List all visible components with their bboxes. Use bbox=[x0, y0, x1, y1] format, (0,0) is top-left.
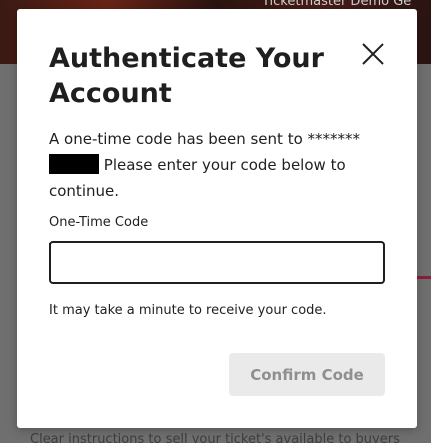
close-button[interactable] bbox=[359, 40, 387, 68]
authenticate-modal: Authenticate Your Account A one-time cod… bbox=[17, 9, 417, 428]
message-prefix: A one-time code has been sent to ******* bbox=[49, 130, 361, 148]
background-footer-text: Clear instructions to sell your ticket's… bbox=[30, 432, 400, 443]
background-header-text: Ticketmaster Demo Ge bbox=[262, 0, 412, 9]
confirm-code-button[interactable]: Confirm Code bbox=[229, 353, 385, 396]
background-accent-line bbox=[415, 276, 431, 279]
modal-title: Authenticate Your Account bbox=[49, 43, 324, 109]
text-caret bbox=[49, 243, 51, 264]
modal-message: A one-time code has been sent to *******… bbox=[49, 126, 394, 204]
redacted-phone-block bbox=[49, 154, 99, 174]
close-icon bbox=[362, 43, 384, 65]
one-time-code-label: One-Time Code bbox=[49, 215, 149, 230]
one-time-code-input[interactable] bbox=[49, 241, 385, 284]
code-hint: It may take a minute to receive your cod… bbox=[49, 303, 327, 318]
